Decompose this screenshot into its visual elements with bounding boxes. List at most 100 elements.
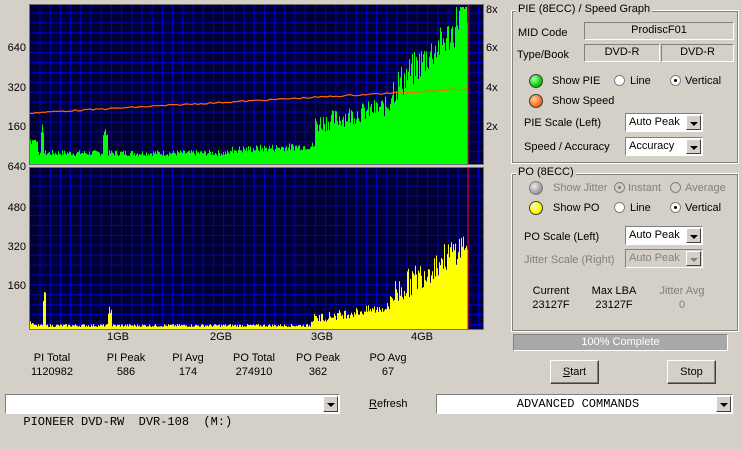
start-button[interactable]: Start	[550, 360, 599, 384]
jitter-scale-label: Jitter Scale (Right)	[524, 254, 615, 266]
pie-graph-canvas	[30, 5, 483, 164]
pie-graph	[29, 4, 484, 165]
jitter-avg-readout: Jitter Avg 0	[650, 284, 714, 312]
stat-po-total: PO Total 274910	[224, 351, 284, 379]
po-ytick-480: 480	[7, 202, 26, 214]
current-readout: Current 23127F	[523, 284, 579, 312]
stat-pi-avg: PI Avg 174	[160, 351, 216, 379]
pie-ytick-640: 640	[7, 42, 26, 54]
progress-text: 100% Complete	[581, 336, 660, 348]
po-scale-label: PO Scale (Left)	[524, 231, 600, 243]
drive-select-value: PIONEER DVD-RW DVR-108 (M:)	[23, 415, 233, 429]
stop-button[interactable]: Stop	[667, 360, 716, 384]
show-speed-label[interactable]: Show Speed	[552, 95, 614, 107]
po-vertical-radio[interactable]	[670, 202, 681, 213]
book-value: DVD-R	[661, 44, 734, 62]
po-graph-canvas	[30, 168, 483, 329]
show-po-label[interactable]: Show PO	[553, 202, 599, 214]
drive-select[interactable]: PIONEER DVD-RW DVR-108 (M:)	[5, 394, 340, 429]
stat-po-avg: PO Avg 67	[360, 351, 416, 379]
pie-rtick-4x: 4x	[486, 82, 498, 94]
po-ytick-640: 640	[7, 161, 26, 173]
refresh-label-rest: efresh	[376, 398, 408, 410]
po-bars	[30, 236, 468, 329]
po-ytick-160: 160	[7, 280, 26, 292]
stat-label: PI Total	[33, 352, 71, 364]
type-value: DVD-R	[584, 44, 660, 62]
max-lba-readout: Max LBA 23127F	[586, 284, 642, 312]
pie-vertical-radio[interactable]	[670, 75, 681, 86]
jitter-instant-radio	[614, 182, 625, 193]
refresh-label-initial: R	[369, 398, 377, 410]
speed-accuracy-value: Accuracy	[629, 140, 675, 152]
speed-accuracy-select[interactable]: Accuracy	[625, 137, 703, 156]
stat-label: PO Total	[233, 352, 275, 364]
stat-value: 274910	[235, 366, 273, 378]
stat-pi-peak: PI Peak 586	[98, 351, 154, 379]
stat-pi-total: PI Total 1120982	[22, 351, 82, 379]
show-jitter-label: Show Jitter	[553, 182, 608, 194]
stat-po-peak: PO Peak 362	[288, 351, 348, 379]
chevron-down-icon[interactable]	[686, 228, 701, 243]
start-label-rest: tart	[570, 366, 587, 378]
pie-rtick-8x: 8x	[486, 4, 498, 16]
progress-bar: 100% Complete	[513, 334, 728, 351]
chevron-down-icon[interactable]	[686, 115, 701, 130]
xtick-2gb: 2GB	[210, 331, 233, 343]
jitter-scale-select: Auto Peak	[625, 249, 703, 268]
stop-label: Stop	[680, 366, 703, 378]
po-line-label[interactable]: Line	[630, 202, 651, 214]
max-lba-label: Max LBA	[591, 285, 637, 297]
pie-rtick-6x: 6x	[486, 42, 498, 54]
jitter-instant-label: Instant	[628, 182, 662, 194]
pie-line-label[interactable]: Line	[630, 75, 651, 87]
speed-accuracy-label: Speed / Accuracy	[524, 141, 610, 153]
pie-scale-label: PIE Scale (Left)	[524, 117, 602, 129]
po-group-title: PO (8ECC)	[516, 166, 576, 178]
stat-label: PI Peak	[106, 352, 146, 364]
current-value: 23127F	[532, 299, 570, 311]
show-pie-label[interactable]: Show PIE	[552, 75, 600, 87]
stat-value: 586	[116, 366, 136, 378]
stat-label: PO Peak	[295, 352, 341, 364]
stat-label: PO Avg	[369, 352, 407, 364]
advanced-commands-value: ADVANCED COMMANDS	[516, 397, 640, 411]
mid-code-value: ProdiscF01	[584, 22, 734, 40]
po-scale-value: Auto Peak	[629, 229, 680, 241]
advanced-commands-select[interactable]: ADVANCED COMMANDS	[436, 394, 733, 414]
po-scale-select[interactable]: Auto Peak	[625, 226, 703, 245]
jitter-avg-value: 0	[678, 299, 686, 311]
pie-speed-group-title: PIE (8ECC) / Speed Graph	[516, 3, 653, 15]
stat-value: 362	[308, 366, 328, 378]
jitter-average-label: Average	[685, 182, 726, 194]
pie-scale-value: Auto Peak	[629, 116, 680, 128]
po-vertical-label[interactable]: Vertical	[685, 202, 721, 214]
jitter-avg-label: Jitter Avg	[659, 285, 705, 297]
chevron-down-icon	[686, 251, 701, 266]
jitter-scale-value: Auto Peak	[629, 252, 680, 264]
jitter-color-icon	[529, 181, 543, 195]
xtick-4gb: 4GB	[411, 331, 434, 343]
refresh-button[interactable]: Refresh	[369, 398, 408, 410]
po-color-icon[interactable]	[529, 201, 543, 215]
type-book-label: Type/Book	[517, 49, 569, 61]
xtick-3gb: 3GB	[311, 331, 334, 343]
pie-ytick-320: 320	[7, 82, 26, 94]
stat-label: PI Avg	[172, 352, 204, 364]
chevron-down-icon[interactable]	[686, 139, 701, 154]
current-label: Current	[532, 285, 570, 297]
chevron-down-icon[interactable]	[323, 396, 338, 412]
xtick-1gb: 1GB	[107, 331, 130, 343]
mid-code-label: MID Code	[518, 27, 568, 39]
chevron-down-icon[interactable]	[716, 396, 731, 412]
pie-scale-select[interactable]: Auto Peak	[625, 113, 703, 132]
stat-value: 1120982	[30, 366, 73, 378]
po-ytick-320: 320	[7, 241, 26, 253]
max-lba-value: 23127F	[595, 299, 633, 311]
pie-bars	[30, 7, 468, 164]
pie-vertical-label[interactable]: Vertical	[685, 75, 721, 87]
speed-color-icon[interactable]	[529, 94, 543, 108]
pie-color-icon[interactable]	[529, 74, 543, 88]
po-line-radio[interactable]	[614, 202, 625, 213]
pie-line-radio[interactable]	[614, 75, 625, 86]
